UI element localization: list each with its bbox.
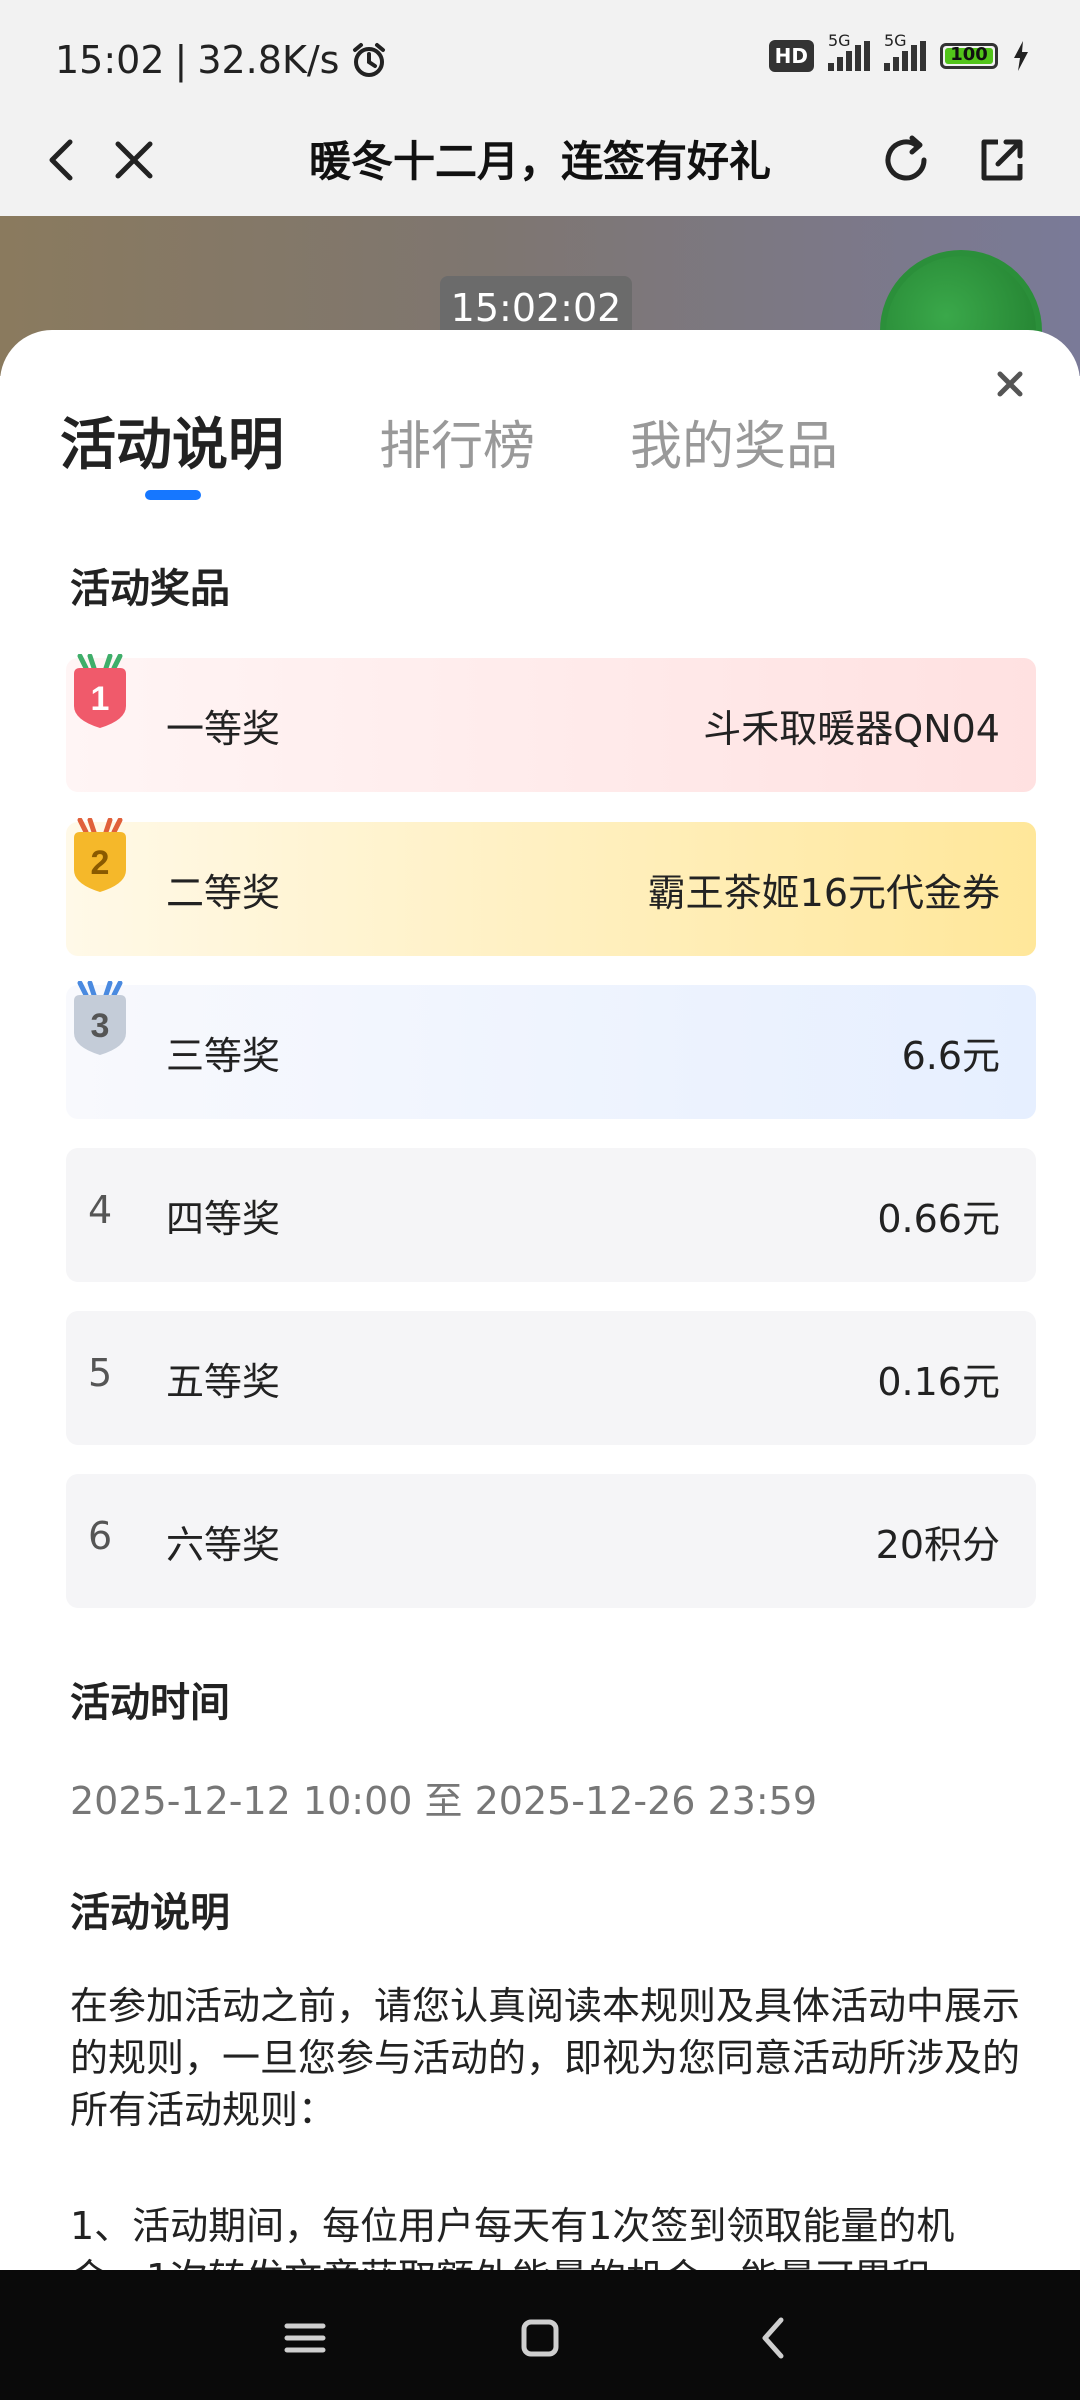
prize-row-3: 3 三等奖 6.6元 [66, 981, 1036, 1119]
alarm-icon [353, 43, 386, 77]
prize-name-6: 六等奖 [166, 1523, 281, 1567]
svg-text:3: 3 [91, 1007, 110, 1045]
prize-rank-4: 4 [88, 1188, 113, 1232]
prize-rank-6: 6 [88, 1514, 113, 1558]
prize-value-2: 霸王茶姬16元代金券 [647, 871, 1000, 915]
tab-my-prizes[interactable]: 我的奖品 [630, 400, 838, 481]
signal-label-1: 5G [828, 31, 851, 50]
back-nav-icon[interactable] [745, 2308, 805, 2368]
prize-row-2: 2 二等奖 霸王茶姬16元代金券 [66, 818, 1036, 956]
prizes-section-title: 活动奖品 [70, 566, 230, 612]
prize-row-4: 4 四等奖 0.66元 [66, 1148, 1036, 1282]
gold-medal-1-icon: 1 [74, 654, 126, 728]
activity-sheet: 活动说明 排行榜 我的奖品 活动奖品 1 一等奖 斗禾取暖器QN04 2 二等奖… [0, 330, 1080, 2270]
prize-row-5: 5 五等奖 0.16元 [66, 1311, 1036, 1445]
rules-paragraph-2: 1、活动期间，每位用户每天有1次签到领取能量的机会，1次转发文章获取额外能量的机… [70, 2204, 955, 2270]
gold-medal-2-icon: 2 [74, 818, 126, 892]
prize-value-6: 20积分 [875, 1523, 1000, 1567]
menu-icon[interactable] [275, 2308, 335, 2368]
header-bar: 暖冬十二月，连签有好礼 [0, 120, 1080, 216]
prize-name-1: 一等奖 [166, 707, 281, 751]
tab-indicator [145, 490, 201, 500]
prize-name-4: 四等奖 [166, 1197, 281, 1241]
signal-label-2: 5G [884, 31, 907, 50]
prize-value-4: 0.66元 [877, 1197, 1000, 1241]
status-right: HD 5G 5G 100 [768, 31, 1030, 72]
prize-value-3: 6.6元 [901, 1034, 1000, 1078]
desc-section-title: 活动说明 [70, 1890, 230, 1936]
prize-name-3: 三等奖 [166, 1034, 281, 1078]
tab-leaderboard[interactable]: 排行榜 [379, 400, 535, 481]
status-time: 15:02 [55, 38, 165, 82]
tab-bar: 活动说明 排行榜 我的奖品 [60, 400, 933, 481]
signal-icon: 5G [828, 31, 870, 71]
prize-value-5: 0.16元 [877, 1360, 1000, 1404]
silver-medal-3-icon: 3 [74, 981, 126, 1055]
home-icon[interactable] [510, 2308, 570, 2368]
prize-row-1: 1 一等奖 斗禾取暖器QN04 [66, 654, 1036, 792]
svg-text:1: 1 [91, 680, 110, 718]
battery-icon: 100 [940, 43, 998, 69]
prize-value-1: 斗禾取暖器QN04 [703, 707, 1000, 751]
tab-activity-info[interactable]: 活动说明 [60, 400, 284, 481]
svg-text:2: 2 [91, 844, 110, 882]
refresh-icon[interactable] [876, 130, 936, 190]
close-icon[interactable] [990, 364, 1030, 404]
time-section-title: 活动时间 [70, 1680, 230, 1726]
signal-icon-2: 5G [884, 31, 926, 71]
network-speed: 32.8K/s [197, 38, 340, 82]
hd-badge: HD [768, 40, 814, 72]
status-bar: 15:02 | 32.8K/s HD 5G 5G 100 [0, 0, 1080, 120]
prize-name-2: 二等奖 [166, 871, 281, 915]
status-left: 15:02 | 32.8K/s [55, 38, 389, 82]
prize-rank-5: 5 [88, 1351, 113, 1395]
activity-time-range: 2025-12-12 10:00 至 2025-12-26 23:59 [70, 1779, 818, 1823]
rules-paragraph-1: 在参加活动之前，请您认真阅读本规则及具体活动中展示的规则，一旦您参与活动的，即视… [70, 1984, 1021, 2132]
prize-row-6: 6 六等奖 20积分 [66, 1474, 1036, 1608]
battery-percent: 100 [950, 44, 988, 65]
status-divider: | [174, 38, 188, 82]
prize-name-5: 五等奖 [166, 1360, 281, 1404]
share-icon[interactable] [972, 130, 1032, 190]
charging-icon [1014, 41, 1028, 71]
system-nav-bar [0, 2270, 1080, 2400]
